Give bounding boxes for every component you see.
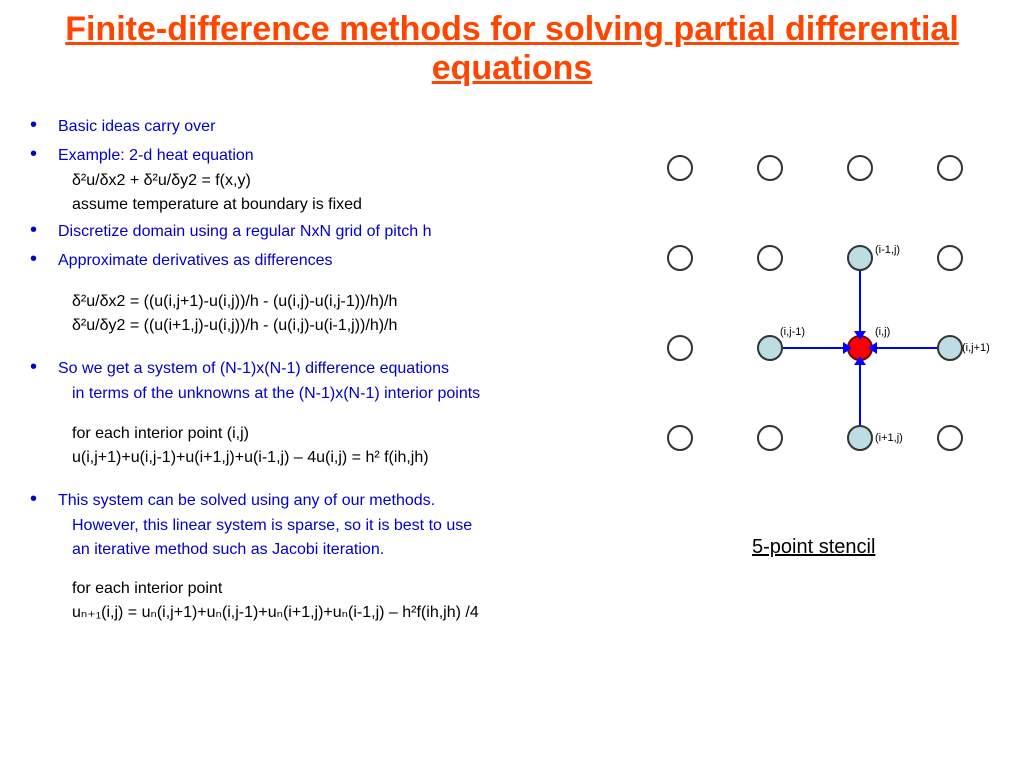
grid-node	[757, 245, 783, 271]
label-bottom: (i+1,j)	[875, 432, 903, 444]
arrow-bottom	[859, 363, 861, 425]
bullet-4-dy: δ²u/δy2 = ((u(i+1,j)-u(i,j))/h - (u(i,j)…	[72, 315, 640, 337]
stencil-left-node	[757, 335, 783, 361]
arrow-right	[875, 347, 937, 349]
label-top: (i-1,j)	[875, 244, 900, 256]
bullet-2-eq: δ²u/δx2 + δ²u/δy2 = f(x,y)	[72, 170, 640, 192]
arrow-head	[843, 342, 852, 354]
bullet-5-loop: for each interior point (i,j)	[72, 423, 640, 445]
bullet-4: Approximate derivatives as differences	[30, 246, 640, 273]
grid-node	[667, 155, 693, 181]
bullet-5-eq: u(i,j+1)+u(i,j-1)+u(i+1,j)+u(i-1,j) – 4u…	[72, 447, 640, 469]
bullet-6-loop: for each interior point	[72, 578, 640, 600]
stencil-top-node	[847, 245, 873, 271]
stencil-right-node	[937, 335, 963, 361]
bullet-5: So we get a system of (N-1)x(N-1) differ…	[30, 354, 640, 381]
arrow-left	[783, 347, 845, 349]
bullet-4-dx: δ²u/δx2 = ((u(i,j+1)-u(i,j))/h - (u(i,j)…	[72, 291, 640, 313]
bullet-6b: an iterative method such as Jacobi itera…	[72, 539, 640, 561]
bullet-6a: However, this linear system is sparse, s…	[72, 515, 640, 537]
grid-node	[667, 245, 693, 271]
arrow-top	[859, 271, 861, 333]
grid-node	[847, 155, 873, 181]
label-center: (i,j)	[875, 326, 890, 338]
label-right: (i,j+1)	[962, 342, 990, 354]
grid-node	[667, 425, 693, 451]
grid-node	[667, 335, 693, 361]
stencil-caption: 5-point stencil	[752, 536, 875, 559]
grid-node	[937, 245, 963, 271]
grid-node	[937, 425, 963, 451]
bullet-3: Discretize domain using a regular NxN gr…	[30, 217, 640, 244]
bullet-2-assume: assume temperature at boundary is fixed	[72, 194, 640, 216]
grid-node	[757, 425, 783, 451]
label-left: (i,j-1)	[780, 326, 805, 338]
arrow-head	[868, 342, 877, 354]
bullet-2: Example: 2-d heat equation	[30, 141, 640, 168]
bullet-6: This system can be solved using any of o…	[30, 486, 640, 513]
stencil-bottom-node	[847, 425, 873, 451]
grid-node	[937, 155, 963, 181]
grid-node	[757, 155, 783, 181]
bullet-5a: in terms of the unknowns at the (N-1)x(N…	[72, 383, 640, 405]
bullet-6-eq: uₙ₊₁(i,j) = uₙ(i,j+1)+uₙ(i,j-1)+uₙ(i+1,j…	[72, 602, 640, 624]
stencil-diagram: (i-1,j) (i,j) (i,j-1) (i,j+1) (i+1,j)	[640, 138, 1010, 508]
arrow-head	[854, 331, 866, 340]
bullet-content: Basic ideas carry over Example: 2-d heat…	[30, 112, 640, 626]
bullet-1: Basic ideas carry over	[30, 112, 640, 139]
slide-title: Finite-difference methods for solving pa…	[0, 0, 1024, 102]
arrow-head	[854, 356, 866, 365]
